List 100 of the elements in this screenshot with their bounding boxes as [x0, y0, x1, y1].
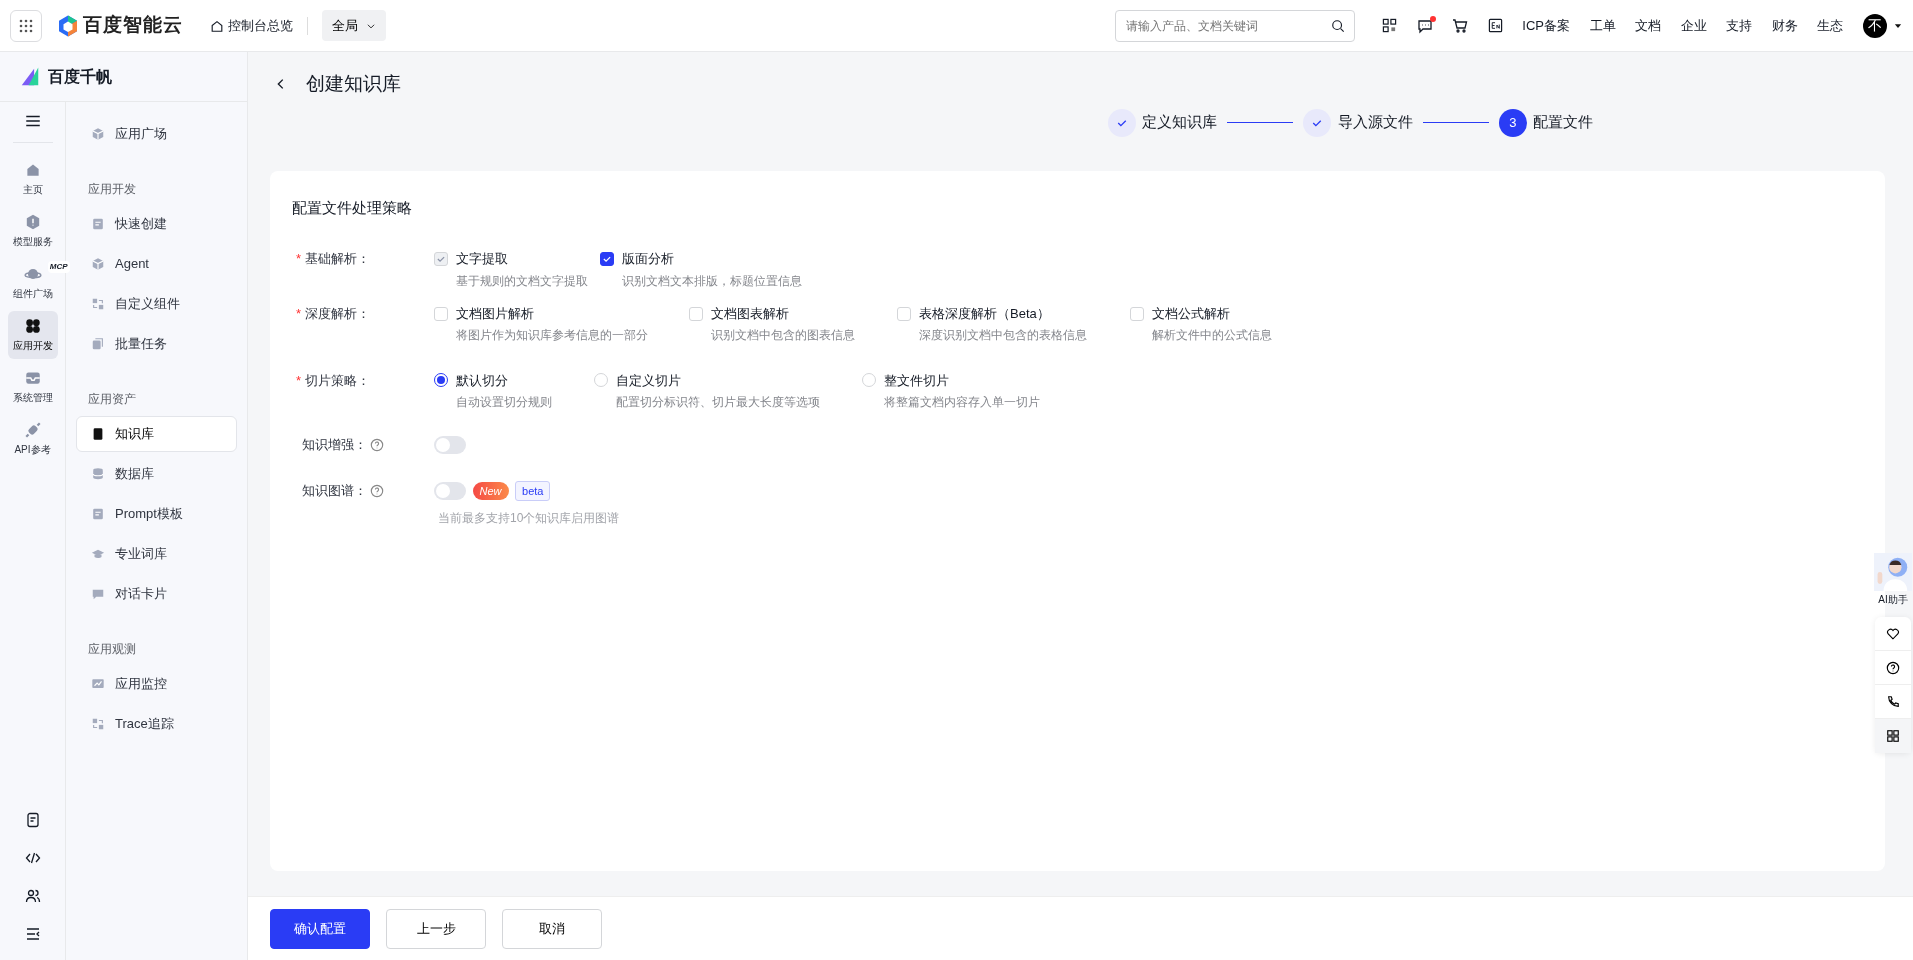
hint-text: 当前最多支持10个知识库启用图谱 [438, 510, 621, 528]
checkbox-option[interactable]: 表格深度解析（Beta） [897, 303, 1130, 324]
cart-icon[interactable] [1452, 17, 1469, 34]
page-title: 创建知识库 [306, 72, 401, 96]
new-tag: New [472, 481, 509, 501]
nav-link[interactable]: 生态 [1817, 15, 1843, 36]
cube-icon [91, 257, 105, 271]
toggle-switch[interactable] [434, 436, 466, 454]
field-label: 知识图谱： [302, 482, 367, 501]
option-description: 将图片作为知识库参考信息的一部分 [455, 328, 649, 344]
phone-icon [1886, 694, 1900, 709]
chat-bubble-icon [91, 587, 105, 601]
checkbox-option[interactable]: 文档公式解析 [1130, 303, 1370, 324]
graduation-cap-icon [91, 547, 105, 561]
qr-code-icon[interactable] [1382, 18, 1398, 33]
radio-option[interactable]: 整文件切片 [862, 370, 1102, 390]
copy-icon [91, 337, 105, 351]
grid-button[interactable] [1875, 719, 1911, 753]
sidebar-item[interactable]: 应用广场 [76, 116, 237, 152]
search-field[interactable]: 请输入产品、文档关键词 [1115, 9, 1356, 42]
sidebar-item[interactable]: 对话卡片 [76, 576, 237, 612]
brand-name: 百度智能云 [83, 13, 184, 38]
checkbox-option[interactable]: 版面分析 [600, 249, 900, 269]
required-mark: * [296, 251, 302, 266]
region-dropdown[interactable]: 全局 [321, 9, 386, 42]
sidebar-item[interactable]: 自定义组件 [76, 286, 237, 322]
plug-icon [23, 421, 42, 439]
message-icon[interactable] [1416, 17, 1433, 34]
nav-link[interactable]: 工单 [1589, 15, 1616, 36]
line-chart-icon [91, 677, 105, 691]
rail-nav-item[interactable]: 系统管理 [7, 363, 58, 411]
radio-option[interactable]: 默认切分 [434, 370, 594, 390]
collapse-menu-icon[interactable] [24, 926, 41, 942]
field-label: 深度解析： [305, 305, 371, 321]
nav-link[interactable]: 财务 [1771, 15, 1798, 36]
step: 3 配置文件 [1498, 108, 1594, 137]
option-description: 自动设置切分规则 [455, 395, 553, 410]
database-icon [91, 467, 105, 481]
toggle-switch[interactable] [434, 482, 466, 500]
option-description: 识别文档文本排版，标题位置信息 [621, 273, 803, 289]
sidebar-item[interactable]: Prompt模板 [76, 496, 237, 532]
rail-nav-item[interactable]: 应用开发 [7, 311, 58, 359]
option-description: 将整篇文档内容存入单一切片 [883, 395, 1041, 410]
apps-menu-button[interactable] [10, 9, 42, 42]
mcp-badge: MCP [47, 261, 70, 273]
sidebar-item[interactable]: 数据库 [76, 456, 237, 492]
nav-link[interactable]: 支持 [1726, 15, 1752, 36]
users-icon[interactable] [24, 888, 41, 904]
four-petal-icon [23, 317, 42, 335]
search-icon [1331, 18, 1346, 33]
user-avatar[interactable]: 不 [1862, 13, 1887, 38]
previous-button[interactable]: 上一步 [386, 908, 486, 949]
puzzle-icon [91, 297, 105, 311]
puzzle-icon [91, 717, 105, 731]
sidebar-item[interactable]: 专业词库 [76, 536, 237, 572]
help-icon[interactable] [370, 438, 385, 452]
nav-link[interactable]: 企业 [1680, 15, 1707, 36]
option-description: 配置切分标识符、切片最大长度等选项 [615, 395, 821, 410]
field-label: 基础解析： [305, 251, 371, 266]
sidebar-item[interactable]: 应用监控 [76, 666, 237, 702]
option-description: 识别文档中包含的图表信息 [710, 328, 856, 344]
field-label: 知识增强： [302, 436, 367, 455]
nav-group-label: 应用观测 [87, 641, 137, 658]
nav-group-label: 应用开发 [87, 181, 137, 198]
nav-link[interactable]: 文档 [1635, 15, 1661, 36]
language-icon[interactable] [1487, 18, 1503, 33]
assistant-button[interactable]: AI助手 [1874, 552, 1912, 607]
required-mark: * [296, 305, 302, 321]
rail-nav-item[interactable]: 主页 [7, 155, 58, 203]
help-icon [1886, 660, 1900, 675]
help-icon[interactable] [370, 484, 385, 498]
sidebar-item[interactable]: 知识库 [76, 416, 237, 452]
step: 定义知识库 [1107, 108, 1218, 137]
sidebar-item[interactable]: 批量任务 [76, 326, 237, 362]
document-icon [91, 217, 105, 231]
checkbox-option[interactable]: 文档图表解析 [689, 303, 897, 324]
document-icon[interactable] [24, 812, 41, 828]
nav-link[interactable]: ICP备案 [1522, 15, 1570, 36]
section-title: 配置文件处理策略 [292, 197, 413, 218]
option-description: 解析文件中的公式信息 [1151, 328, 1273, 344]
field-label: 切片策略： [305, 372, 371, 388]
book-icon [91, 427, 105, 441]
option-description: 基于规则的文档文字提取 [455, 273, 589, 289]
rail-nav-item[interactable]: API参考 [7, 415, 58, 463]
option-description: 深度识别文档中包含的表格信息 [918, 328, 1088, 344]
nav-group-label: 应用资产 [87, 391, 137, 408]
radio-option[interactable]: 自定义切片 [594, 370, 862, 390]
cancel-button[interactable]: 取消 [502, 908, 602, 949]
code-icon[interactable] [24, 850, 41, 866]
checkbox-option[interactable]: 文档图片解析 [434, 303, 689, 324]
logo-icon [56, 13, 80, 38]
sidebar-item[interactable]: Agent [76, 246, 237, 282]
rail-nav-item[interactable]: 模型服务 [7, 207, 58, 255]
overview-link[interactable]: 控制台总览 [210, 15, 293, 36]
confirm-button[interactable]: 确认配置 [270, 908, 370, 949]
sidebar-item[interactable]: Trace追踪 [76, 706, 237, 742]
sidebar-item[interactable]: 快速创建 [76, 206, 237, 242]
step: 导入源文件 [1303, 108, 1413, 137]
grid-icon [1886, 729, 1900, 743]
grid-icon [18, 17, 34, 34]
